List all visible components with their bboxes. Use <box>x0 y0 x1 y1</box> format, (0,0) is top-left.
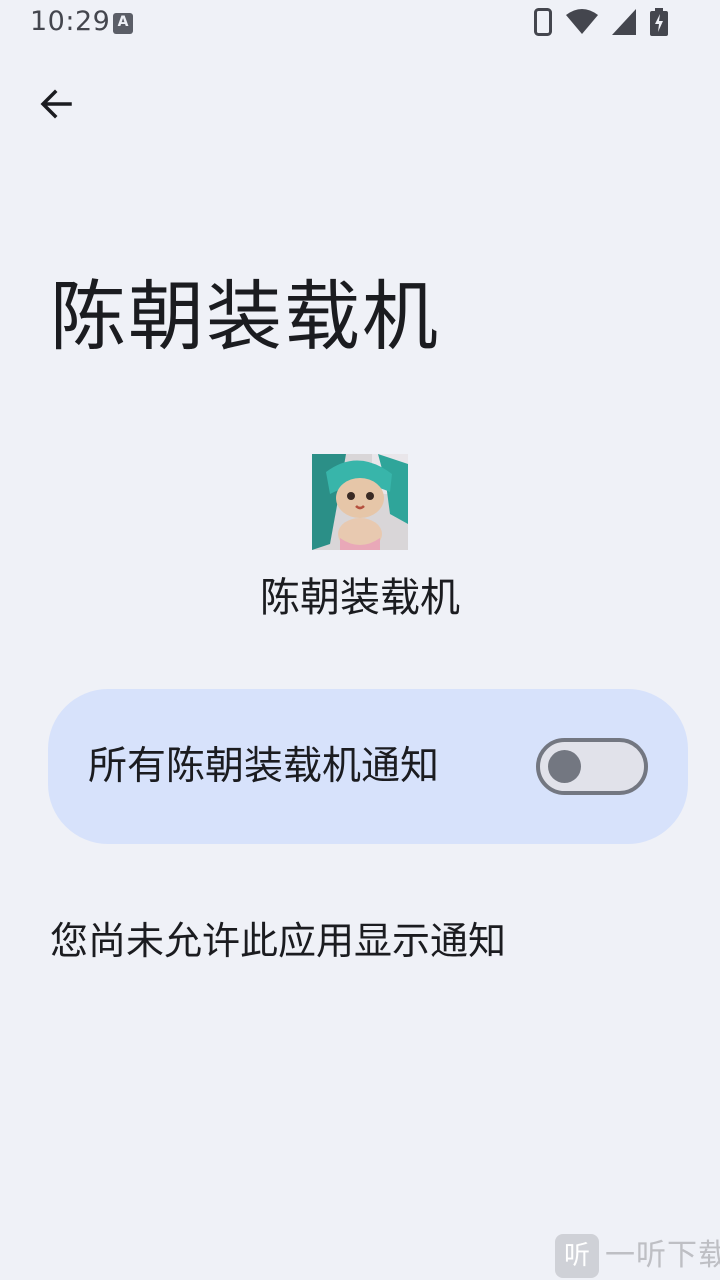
back-button[interactable] <box>28 78 84 134</box>
notifications-switch[interactable] <box>536 738 648 795</box>
watermark: 听 一听下载 <box>555 1230 720 1280</box>
watermark-text: 一听下载 <box>605 1238 720 1273</box>
status-bar: 10:29 A <box>0 0 720 48</box>
notifications-disabled-message: 您尚未允许此应用显示通知 <box>50 919 507 963</box>
page-title: 陈朝装载机 <box>50 272 440 361</box>
status-time: 10:29 <box>30 6 111 37</box>
all-notifications-toggle-card[interactable]: 所有陈朝装载机通知 <box>48 689 688 844</box>
status-icons <box>534 8 668 40</box>
notification-a-icon: A <box>113 13 133 34</box>
switch-thumb <box>548 750 581 783</box>
battery-charging-icon <box>650 8 668 40</box>
app-name: 陈朝装载机 <box>260 575 460 621</box>
wifi-icon <box>566 9 598 39</box>
app-icon <box>312 454 408 550</box>
watermark-logo: 听 <box>555 1234 599 1278</box>
arrow-left-icon <box>38 86 74 126</box>
phone-icon <box>534 8 552 40</box>
signal-icon <box>612 9 636 39</box>
all-notifications-label: 所有陈朝装载机通知 <box>88 744 440 789</box>
